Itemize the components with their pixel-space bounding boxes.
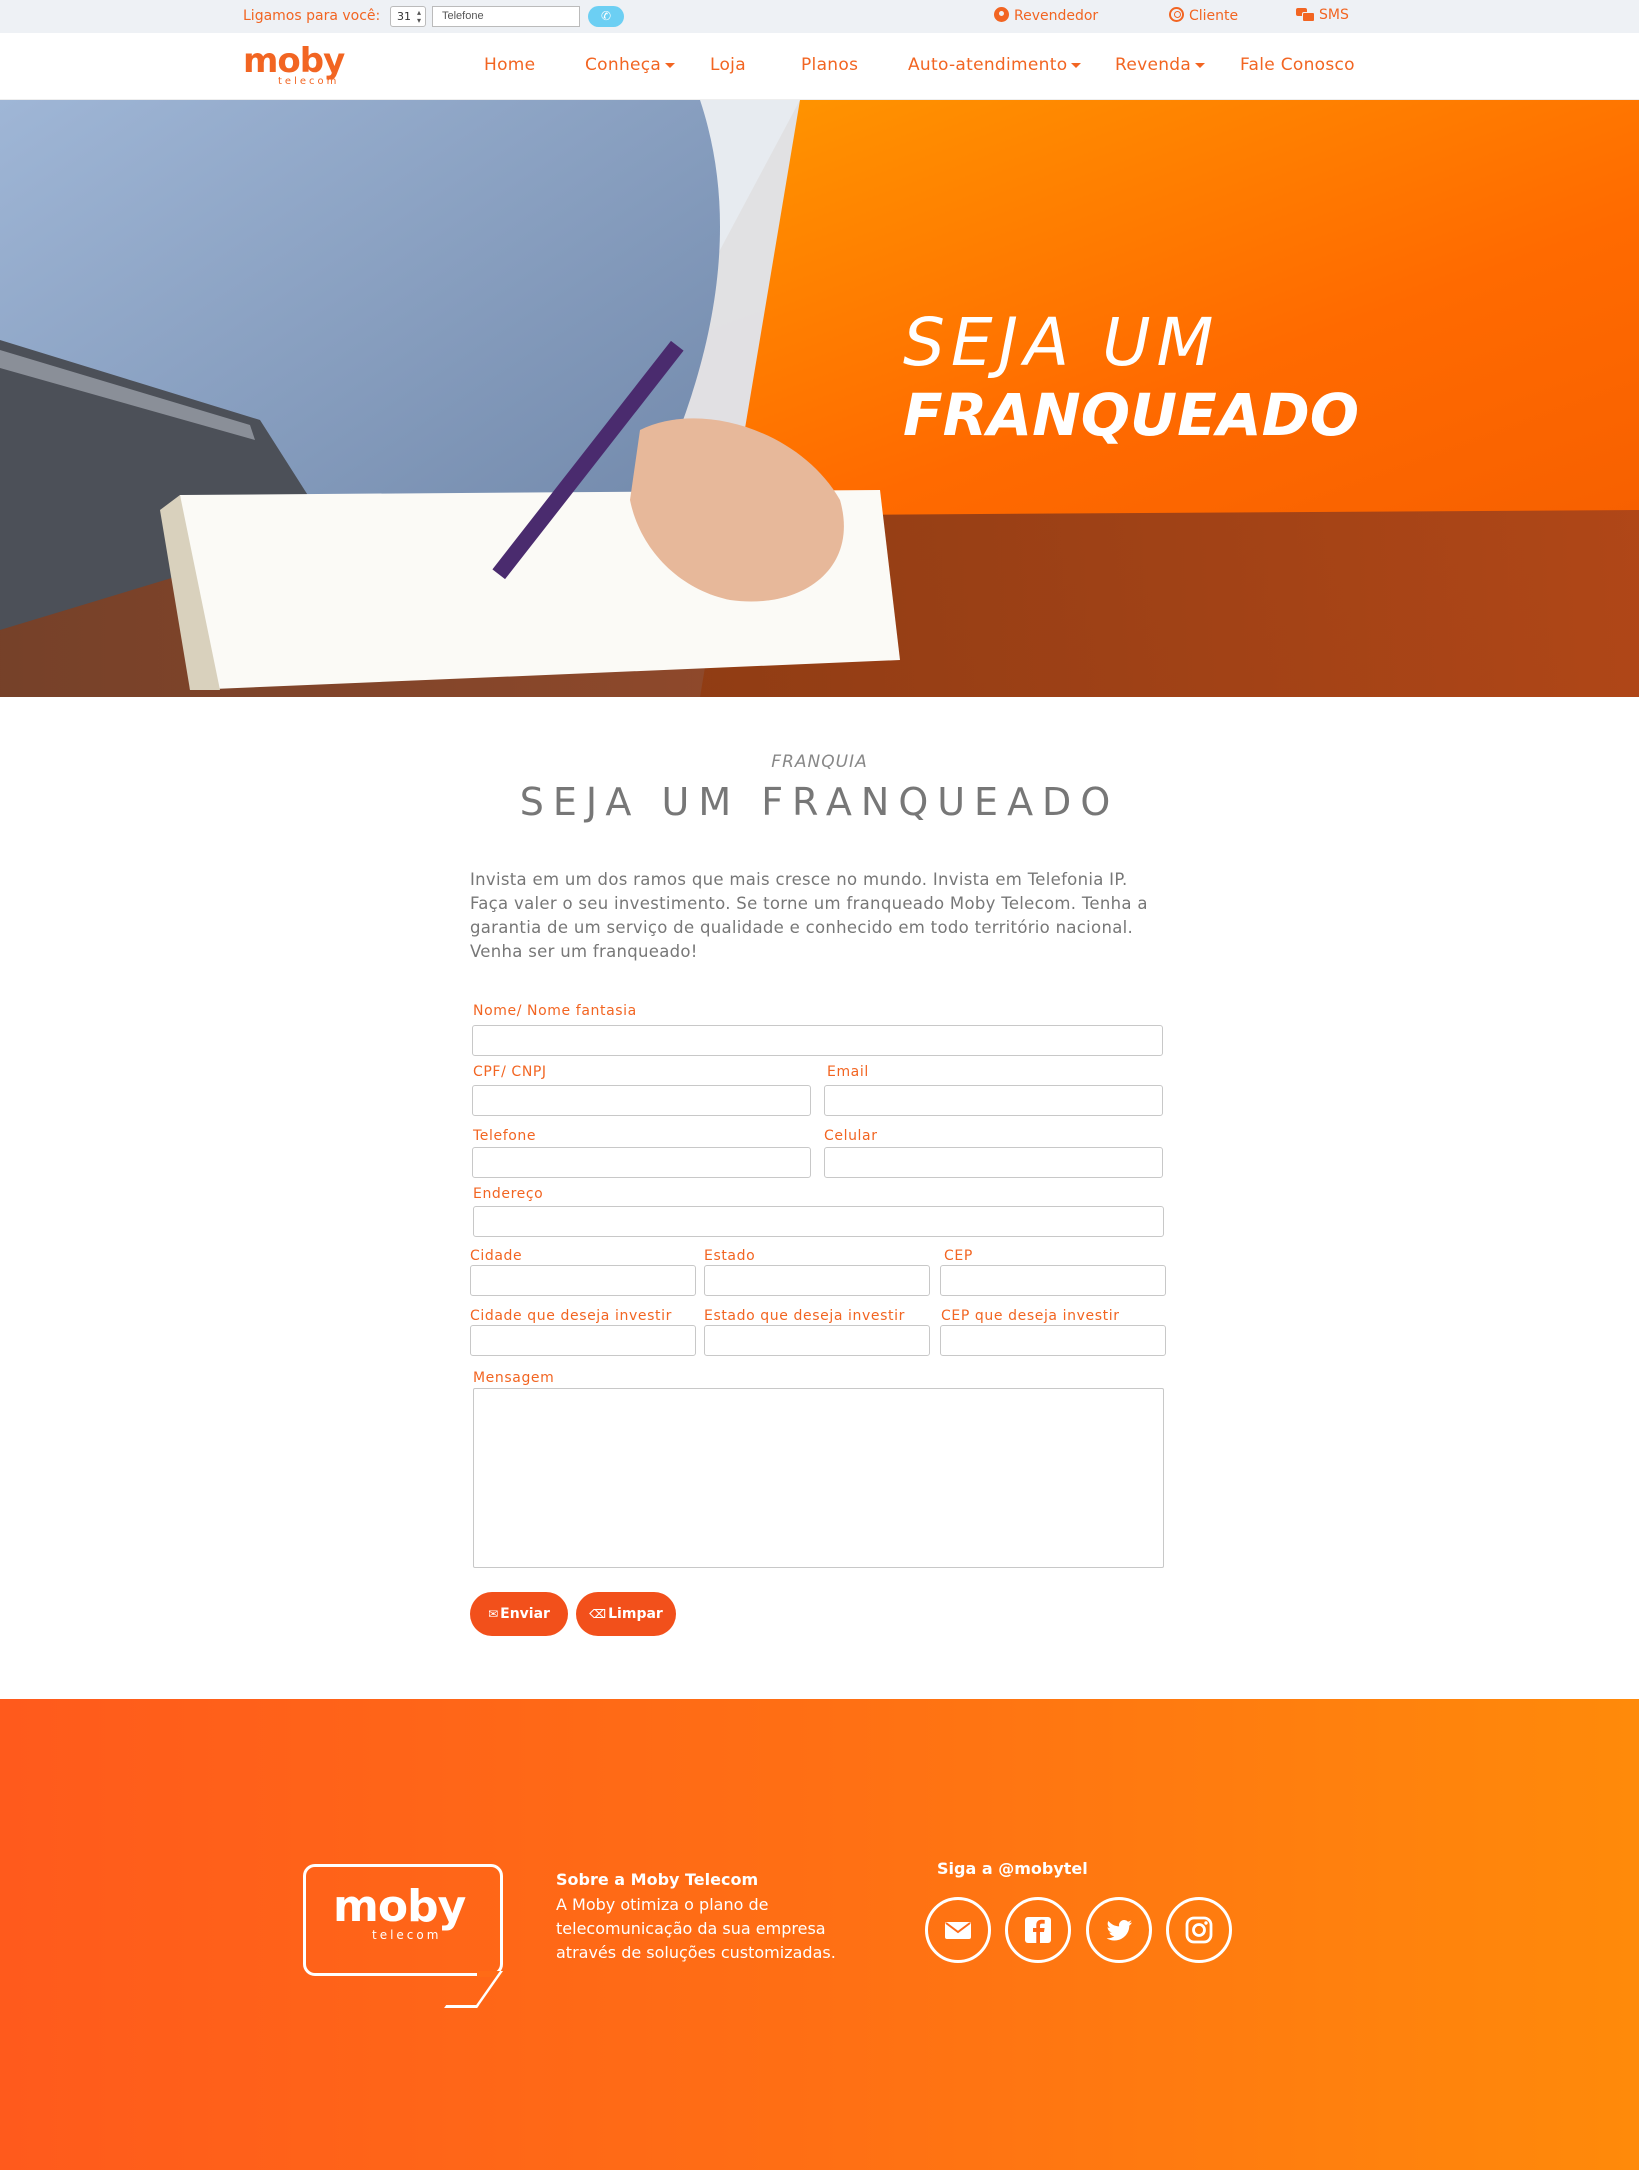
- callback-phone-input[interactable]: Telefone: [432, 6, 580, 27]
- hero-title: SEJA UM FRANQUEADO: [903, 307, 1359, 451]
- sms-label: SMS: [1319, 7, 1349, 23]
- clear-label: Limpar: [608, 1606, 663, 1622]
- eraser-icon: ⌫: [589, 1607, 607, 1621]
- facebook-icon: [1025, 1917, 1051, 1943]
- phone-label: Telefone: [473, 1128, 537, 1144]
- name-input[interactable]: [472, 1025, 1163, 1056]
- user-outline-icon: [1169, 7, 1184, 22]
- main-navbar: moby telecom Home Conheça Loja Planos Au…: [0, 33, 1639, 100]
- nav-revenda[interactable]: Revenda: [1115, 55, 1205, 75]
- social-facebook-button[interactable]: [1005, 1897, 1071, 1963]
- invest-city-label: Cidade que deseja investir: [470, 1308, 672, 1324]
- email-input[interactable]: [824, 1085, 1163, 1116]
- phone-input[interactable]: [472, 1147, 811, 1178]
- invest-city-input[interactable]: [470, 1325, 696, 1356]
- cep-label: CEP: [944, 1248, 973, 1264]
- intro-text: Invista em um dos ramos que mais cresce …: [470, 870, 1148, 961]
- cep-input[interactable]: [940, 1265, 1166, 1296]
- social-instagram-button[interactable]: [1166, 1897, 1232, 1963]
- footer-logo[interactable]: moby telecom: [303, 1864, 503, 1977]
- ddd-value: 31: [397, 10, 411, 23]
- name-label: Nome/ Nome fantasia: [473, 1003, 637, 1019]
- about-text: A Moby otimiza o plano de telecomunicaçã…: [556, 1895, 836, 1962]
- user-circle-icon: [994, 7, 1009, 22]
- top-bar: Ligamos para você: 31 ▴ ▾ Telefone ✆ Reven…: [0, 0, 1639, 33]
- nav-fale-conosco[interactable]: Fale Conosco: [1240, 55, 1355, 75]
- invest-cep-label: CEP que deseja investir: [941, 1308, 1120, 1324]
- mail-icon: ✉: [488, 1607, 499, 1621]
- cpf-input[interactable]: [472, 1085, 811, 1116]
- submit-label: Enviar: [500, 1606, 550, 1622]
- mobile-input[interactable]: [824, 1147, 1163, 1178]
- moby-logo[interactable]: moby telecom: [243, 44, 345, 88]
- hero-photo: [0, 100, 1639, 697]
- mail-icon: [945, 1922, 971, 1939]
- address-input[interactable]: [473, 1206, 1164, 1237]
- bubble-notch: [477, 1971, 503, 1977]
- email-label: Email: [827, 1064, 869, 1080]
- page-title: SEJA UM FRANQUEADO: [519, 780, 1120, 824]
- nav-home[interactable]: Home: [484, 55, 535, 75]
- city-label: Cidade: [470, 1248, 523, 1264]
- callback-phone-button[interactable]: ✆: [588, 6, 624, 27]
- mobile-label: Celular: [824, 1128, 878, 1144]
- city-input[interactable]: [470, 1265, 696, 1296]
- footer-logo-word: moby: [333, 1881, 466, 1932]
- nav-loja[interactable]: Loja: [710, 55, 746, 75]
- invest-state-input[interactable]: [704, 1325, 930, 1356]
- hero-banner: SEJA UM FRANQUEADO: [0, 100, 1639, 697]
- callback-label: Ligamos para você:: [243, 8, 381, 24]
- about-title: Sobre a Moby Telecom: [556, 1870, 759, 1889]
- logo-tagline: telecom: [278, 76, 340, 87]
- cliente-label: Cliente: [1189, 8, 1239, 24]
- instagram-icon: [1185, 1916, 1213, 1944]
- footer-logo-tagline: telecom: [372, 1928, 442, 1942]
- invest-cep-input[interactable]: [940, 1325, 1166, 1356]
- nav-auto-atendimento[interactable]: Auto-atendimento: [908, 55, 1081, 75]
- invest-state-label: Estado que deseja investir: [704, 1308, 905, 1324]
- hero-line-1: SEJA UM: [903, 304, 1220, 381]
- cpf-label: CPF/ CNPJ: [473, 1064, 547, 1080]
- select-arrows-icon: ▴ ▾: [416, 8, 421, 25]
- chat-icon: [1296, 8, 1315, 22]
- nav-conheca[interactable]: Conheça: [585, 55, 675, 75]
- message-label: Mensagem: [473, 1370, 555, 1386]
- twitter-icon: [1106, 1920, 1132, 1941]
- revendedor-label: Revendedor: [1014, 8, 1099, 24]
- social-mail-button[interactable]: [925, 1897, 991, 1963]
- hero-line-2: FRANQUEADO: [903, 381, 1360, 449]
- clear-button[interactable]: ⌫ Limpar: [576, 1592, 676, 1636]
- submit-button[interactable]: ✉ Enviar: [470, 1592, 568, 1636]
- social-twitter-button[interactable]: [1086, 1897, 1152, 1963]
- address-label: Endereço: [473, 1186, 544, 1202]
- message-textarea[interactable]: [473, 1388, 1164, 1568]
- follow-label: Siga a @mobytel: [937, 1859, 1088, 1878]
- section-eyebrow: FRANQUIA: [771, 752, 868, 772]
- state-input[interactable]: [704, 1265, 930, 1296]
- state-label: Estado: [704, 1248, 756, 1264]
- ddd-select[interactable]: 31 ▴ ▾: [390, 6, 426, 27]
- nav-planos[interactable]: Planos: [801, 55, 858, 75]
- sms-link[interactable]: SMS: [1296, 7, 1349, 23]
- revendedor-link[interactable]: Revendedor: [994, 7, 1098, 24]
- cliente-link[interactable]: Cliente: [1169, 7, 1238, 24]
- logo-word: moby: [243, 41, 345, 81]
- phone-icon: ✆: [600, 9, 612, 23]
